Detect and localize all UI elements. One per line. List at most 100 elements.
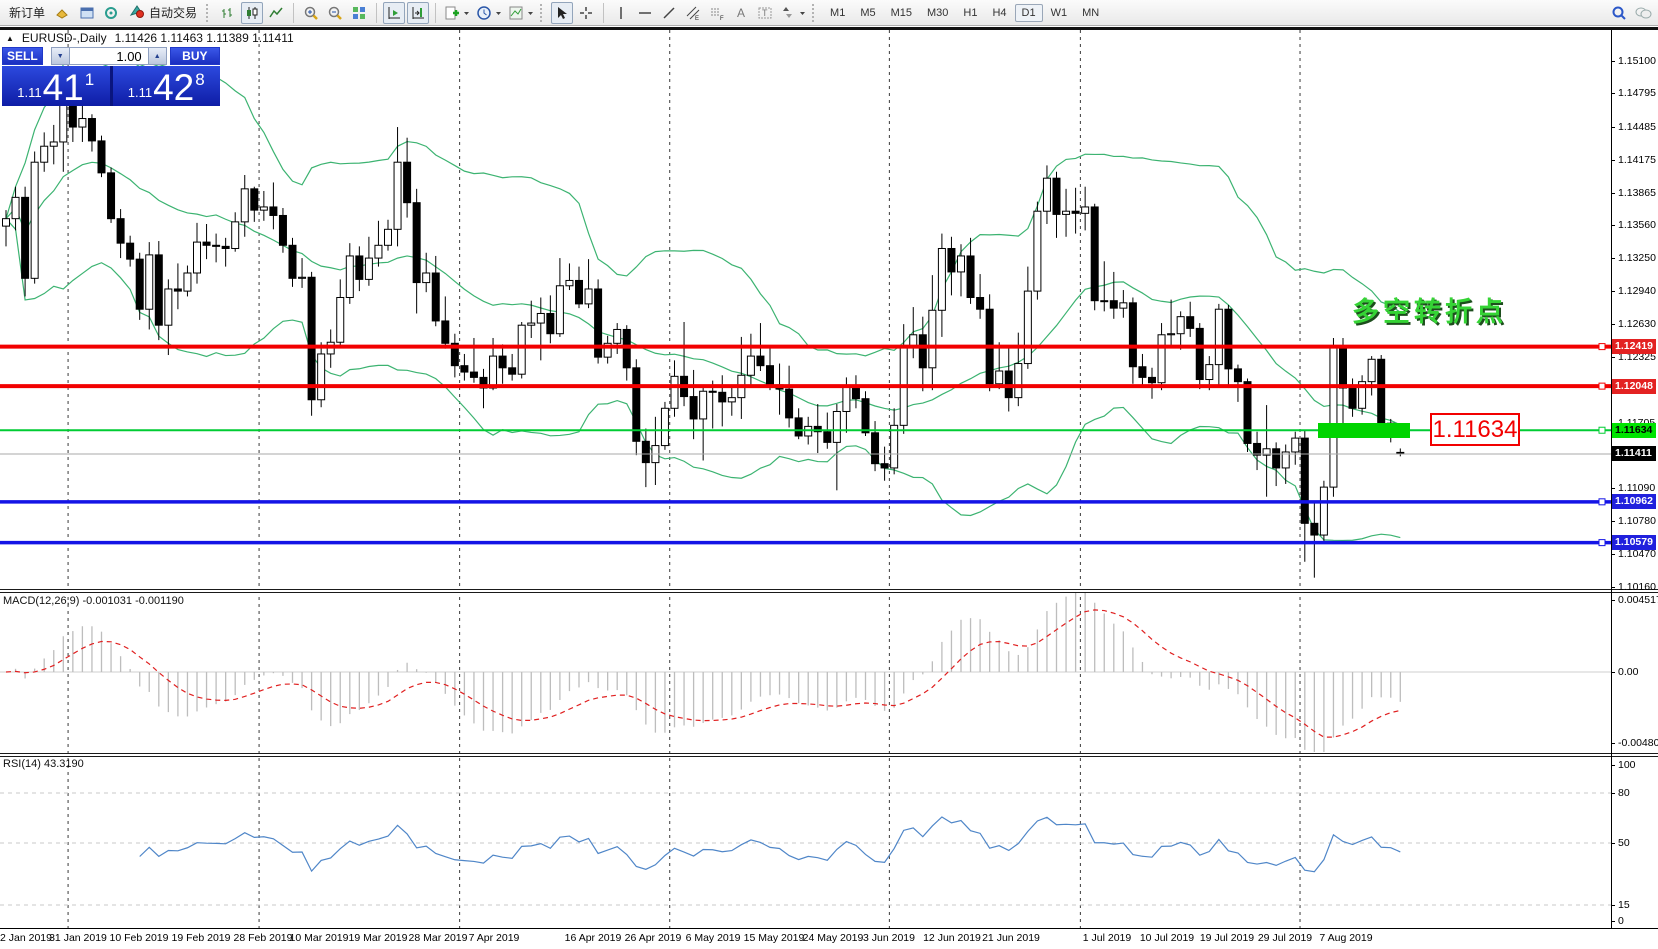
axis-tick-mark (1611, 291, 1615, 292)
sell-price[interactable]: 1.11411 (2, 66, 110, 106)
candle-body (1091, 207, 1098, 301)
ohlc-values: 1.11426 1.11463 1.11389 1.11411 (115, 31, 294, 45)
macd-tick-label: 0.00 (1618, 666, 1638, 678)
price-tick-label: 1.11090 (1618, 482, 1655, 494)
axis-tick-mark (1611, 600, 1615, 601)
price-level-label[interactable]: 1.11634 (1430, 413, 1520, 446)
candle-body (241, 189, 248, 222)
candle-body (1225, 309, 1232, 369)
price-tick-label: 1.13865 (1618, 187, 1656, 199)
candle-body (929, 310, 936, 368)
axis-tick-mark (1611, 521, 1615, 522)
candle-body (1072, 211, 1079, 213)
axis-tick-mark (1611, 905, 1615, 906)
axis-tick-mark (1611, 672, 1615, 673)
candle-body (308, 277, 315, 400)
candle-body (1349, 388, 1356, 408)
candle-body (50, 142, 57, 146)
axis-tick-mark (1611, 743, 1615, 744)
rsi-tick-label: 0 (1618, 915, 1624, 927)
candle-body (31, 162, 38, 278)
candle-body (509, 368, 516, 374)
price-line-badge: 1.12419 (1612, 339, 1656, 354)
candle-body (1340, 347, 1347, 389)
volume-input[interactable] (70, 47, 148, 65)
axis-tick-mark (1611, 587, 1615, 588)
candle-body (1215, 309, 1222, 364)
one-click-trading-panel: SELL ▼ ▲ BUY 1.11411 1.11428 (2, 47, 220, 106)
candle-body (1129, 303, 1136, 367)
candle-body (299, 277, 306, 278)
candle-body (518, 325, 525, 374)
candle-body (98, 141, 105, 173)
candle-body (117, 219, 124, 244)
price-tick-label: 1.15100 (1618, 55, 1656, 67)
candle-body (1196, 328, 1203, 379)
rsi-tick-label: 100 (1618, 759, 1636, 771)
chart-canvas[interactable] (0, 0, 1658, 949)
candle-body (958, 256, 965, 272)
line-anchor-marker (1599, 344, 1605, 350)
line-anchor-marker (1599, 540, 1605, 546)
candle-body (938, 248, 945, 310)
price-line-badge: 1.12048 (1612, 379, 1656, 394)
candle-body (1254, 443, 1261, 455)
candle-body (470, 372, 477, 377)
candle-body (1378, 359, 1385, 423)
candle-body (919, 335, 926, 368)
candle-body (375, 245, 382, 258)
candle-body (661, 408, 668, 445)
price-tick-label: 1.12630 (1618, 318, 1656, 330)
buy-button[interactable]: BUY (170, 47, 220, 65)
buy-price[interactable]: 1.11428 (113, 66, 221, 106)
rsi-tick-label: 15 (1618, 899, 1630, 911)
candle-body (213, 245, 220, 246)
chart-annotation-text[interactable]: 多空转折点 (1352, 290, 1507, 329)
axis-tick-mark (1611, 324, 1615, 325)
pane-separator[interactable] (0, 589, 1658, 593)
price-tick-label: 1.12940 (1618, 285, 1656, 297)
candle-body (270, 207, 277, 216)
pane-separator[interactable] (0, 753, 1658, 757)
candle-body (423, 273, 430, 283)
sell-button[interactable]: SELL (2, 47, 43, 65)
candle-body (1292, 438, 1299, 452)
candle-body (155, 255, 162, 325)
price-tick-label: 1.13560 (1618, 219, 1656, 231)
candle-body (566, 280, 573, 285)
candle-body (585, 289, 592, 304)
candle-body (346, 256, 353, 298)
candle-body (1101, 301, 1108, 302)
axis-tick-mark (1611, 127, 1615, 128)
candle-body (719, 392, 726, 402)
collapse-triangle-icon[interactable]: ▲ (6, 34, 14, 43)
axis-tick-mark (1611, 61, 1615, 62)
candle-body (614, 329, 621, 343)
axis-tick-mark (1611, 843, 1615, 844)
candle-body (1120, 303, 1127, 308)
candle-body (1206, 365, 1213, 380)
candle-body (184, 273, 191, 291)
candle-body (709, 391, 716, 392)
price-tick-label: 1.10160 (1618, 581, 1656, 593)
rsi-value: 43.3190 (44, 758, 84, 770)
candle-body (728, 398, 735, 402)
highlight-rectangle (1318, 423, 1410, 438)
candle-body (22, 197, 29, 278)
axis-tick-mark (1611, 160, 1615, 161)
candle-body (174, 289, 181, 291)
axis-tick-mark (1611, 765, 1615, 766)
volume-decrease-button[interactable]: ▼ (51, 47, 70, 65)
macd-indicator-label: MACD(12,26,9) -0.001031 -0.001190 (3, 595, 184, 607)
candle-body (1311, 523, 1318, 535)
date-tick-label: 21 Jun 2019 (969, 932, 1053, 944)
price-line-badge: 1.10579 (1612, 535, 1656, 550)
axis-tick-mark (1611, 921, 1615, 922)
candle-body (1244, 382, 1251, 444)
candle-body (1301, 438, 1308, 523)
candle-body (547, 313, 554, 333)
candle-body (1053, 178, 1060, 214)
candle-body (1330, 347, 1337, 488)
volume-increase-button[interactable]: ▲ (148, 47, 167, 65)
candle-body (394, 162, 401, 229)
